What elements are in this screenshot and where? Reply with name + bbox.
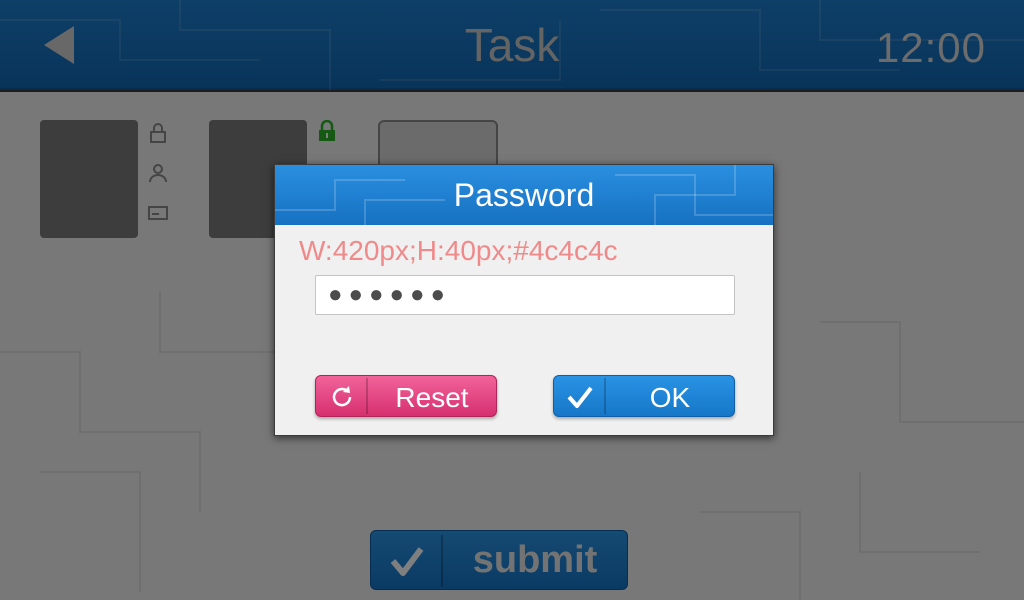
dialog-header: Password (275, 165, 773, 225)
refresh-icon (332, 386, 352, 407)
password-dialog: Password W:420px;H:40px;#4c4c4c ●●●●●● R… (274, 164, 774, 436)
dialog-title: Password (453, 177, 595, 213)
reset-button[interactable]: Reset (315, 375, 497, 417)
size-annotation: W:420px;H:40px;#4c4c4c (299, 235, 618, 266)
ok-label: OK (649, 382, 691, 413)
reset-label: Reset (395, 382, 469, 413)
ok-button[interactable]: OK (553, 375, 735, 417)
checkmark-icon (567, 386, 593, 408)
password-input[interactable]: ●●●●●● (315, 275, 735, 315)
